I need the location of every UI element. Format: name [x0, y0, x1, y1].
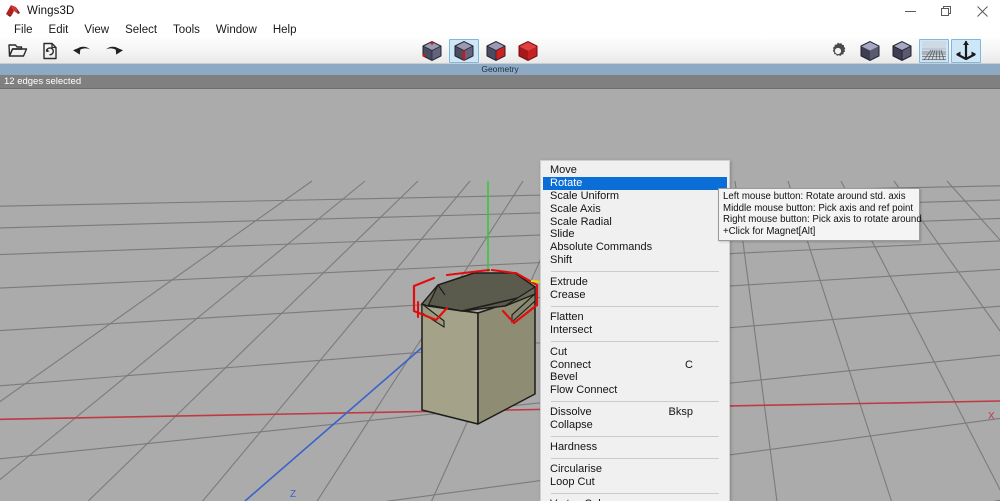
ctx-item-bevel[interactable]: Bevel [541, 371, 729, 384]
ctx-item-shift[interactable]: Shift [541, 254, 729, 267]
redo-button[interactable] [99, 39, 129, 63]
folder-open-icon [8, 42, 28, 60]
ctx-item-circularise[interactable]: Circularise [541, 463, 729, 476]
menu-separator [551, 340, 719, 342]
ctx-item-absolute-commands[interactable]: Absolute Commands [541, 241, 729, 254]
menu-tools[interactable]: Tools [165, 22, 208, 38]
menu-edit[interactable]: Edit [41, 22, 77, 38]
selection-status-text: 12 edges selected [4, 76, 82, 87]
tooltip-line-magnet: +Click for Magnet[Alt] [723, 225, 816, 237]
close-button[interactable] [964, 0, 1000, 22]
view-options-group [822, 38, 982, 64]
menu-window[interactable]: Window [208, 22, 265, 38]
window-title: Wings3D [27, 5, 75, 17]
window-controls [892, 0, 1000, 22]
menu-separator [551, 305, 719, 307]
show-axes-button[interactable] [951, 39, 981, 63]
menu-select[interactable]: Select [117, 22, 165, 38]
context-menu[interactable]: Move Rotate Scale Uniform Scale Axis Sca… [540, 160, 730, 501]
ctx-item-intersect[interactable]: Intersect [541, 324, 729, 337]
menu-file[interactable]: File [6, 22, 41, 38]
edge-mode-button[interactable] [449, 39, 479, 63]
cube-body-icon [516, 40, 540, 62]
ctx-item-collapse[interactable]: Collapse [541, 419, 729, 432]
beveled-cube-model [412, 268, 543, 425]
menu-bar: File Edit View Select Tools Window Help [0, 22, 1000, 38]
wireframe-button[interactable] [887, 39, 917, 63]
status-bar: 12 edges selected [0, 75, 1000, 89]
ctx-item-flatten[interactable]: Flatten [541, 311, 729, 324]
ctx-item-cut[interactable]: Cut [541, 346, 729, 359]
menu-separator [551, 457, 719, 459]
ctx-item-loop-cut[interactable]: Loop Cut [541, 476, 729, 489]
save-button[interactable] [35, 39, 65, 63]
wings3d-application-window: Wings3D File Edit View Select Tools Wind… [0, 0, 1000, 501]
menu-help[interactable]: Help [265, 22, 305, 38]
cube-smooth-icon [858, 40, 882, 62]
menu-separator [551, 492, 719, 494]
file-toolbar-group [2, 38, 130, 64]
title-bar: Wings3D [0, 0, 1000, 22]
gear-icon [828, 41, 848, 61]
undo-arrow-icon [72, 43, 92, 59]
wings3d-app-icon [5, 3, 21, 19]
geometry-viewport[interactable]: X Z [0, 89, 1000, 501]
ctx-item-slide[interactable]: Slide [541, 228, 729, 241]
ctx-item-scale-radial[interactable]: Scale Radial [541, 216, 729, 229]
command-tooltip: Left mouse button: Rotate around std. ax… [718, 188, 922, 241]
restore-button[interactable] [928, 0, 964, 22]
ctx-item-connect[interactable]: Connect C [541, 359, 729, 372]
cube-edge-icon [452, 40, 476, 62]
selection-mode-group [416, 38, 544, 64]
ctx-hotkey-dissolve: Bksp [668, 406, 693, 419]
smooth-shade-button[interactable] [855, 39, 885, 63]
tooltip-line-middle-mouse: Middle mouse button: Pick axis and ref p… [723, 202, 914, 214]
vertex-mode-button[interactable] [417, 39, 447, 63]
cube-wire-icon [890, 40, 914, 62]
ctx-item-move[interactable]: Move [541, 164, 729, 177]
preferences-button[interactable] [823, 39, 853, 63]
menu-separator [551, 436, 719, 438]
ctx-item-hardness[interactable]: Hardness [541, 441, 729, 454]
axes-icon [955, 40, 977, 62]
minimize-button[interactable] [892, 0, 928, 22]
menu-separator [551, 271, 719, 273]
menu-view[interactable]: View [76, 22, 117, 38]
ctx-item-scale-axis[interactable]: Scale Axis [541, 203, 729, 216]
cube-vertex-icon [420, 40, 444, 62]
tooltip-line-left-mouse: Left mouse button: Rotate around std. ax… [723, 191, 906, 202]
ctx-item-rotate[interactable]: Rotate [543, 176, 727, 190]
open-button[interactable] [3, 39, 33, 63]
z-axis-label: Z [290, 489, 296, 500]
ctx-item-dissolve[interactable]: Dissolve Bksp [541, 406, 729, 419]
viewport-scene: X Z [0, 180, 1000, 501]
geometry-window-caption[interactable]: Geometry [0, 64, 1000, 75]
body-mode-button[interactable] [513, 39, 543, 63]
save-file-icon [41, 42, 59, 60]
redo-arrow-icon [104, 43, 124, 59]
menu-separator [551, 401, 719, 403]
cube-face-icon [484, 40, 508, 62]
tooltip-line-right-mouse: Right mouse button: Pick axis to rotate … [723, 214, 922, 225]
main-toolbar [0, 38, 1000, 64]
ctx-item-extrude[interactable]: Extrude [541, 276, 729, 289]
show-grid-button[interactable] [919, 39, 949, 63]
ground-grid-icon [922, 41, 946, 61]
ctx-hotkey-connect: C [685, 358, 693, 371]
face-mode-button[interactable] [481, 39, 511, 63]
undo-button[interactable] [67, 39, 97, 63]
x-axis-label: X [988, 411, 995, 422]
ctx-item-flow-connect[interactable]: Flow Connect [541, 384, 729, 397]
ctx-item-crease[interactable]: Crease [541, 289, 729, 302]
geometry-caption-label: Geometry [481, 64, 519, 74]
ctx-item-scale-uniform[interactable]: Scale Uniform [541, 190, 729, 203]
